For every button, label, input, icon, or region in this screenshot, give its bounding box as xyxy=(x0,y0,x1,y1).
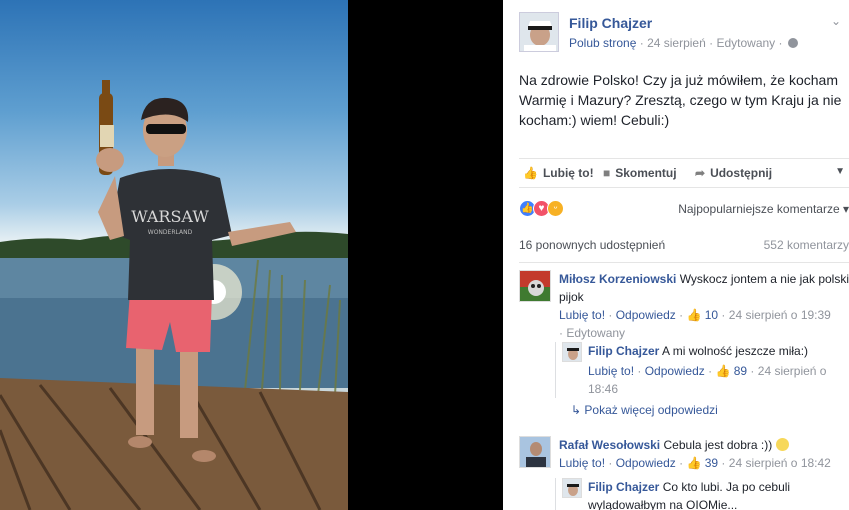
speech-bubble-icon: ■ xyxy=(603,166,611,180)
reply-arrow-icon: ↳ xyxy=(571,403,585,417)
comment-reply-link[interactable]: Odpowiedz xyxy=(645,364,705,378)
avatar[interactable] xyxy=(562,478,582,498)
photo-viewer: WARSAW WONDERLAND xyxy=(0,0,503,510)
post-date[interactable]: 24 sierpień xyxy=(647,36,706,50)
thumbs-up-icon: 👍 xyxy=(523,166,538,180)
comment: Rafał Wesołowski Cebula jest dobra :)) L… xyxy=(519,436,849,476)
action-bar: 👍 Lubię to! ■ Skomentuj ➦ Udostępnij ▼ xyxy=(519,158,849,188)
comment-button-label: Skomentuj xyxy=(615,166,677,180)
post-photo[interactable]: WARSAW WONDERLAND xyxy=(0,0,348,510)
photo-scene: WARSAW WONDERLAND xyxy=(0,80,348,510)
avatar[interactable] xyxy=(519,270,551,302)
page-avatar[interactable] xyxy=(519,12,559,52)
comment-sort-dropdown[interactable]: Najpopularniejsze komentarze ▾ xyxy=(678,202,849,216)
globe-icon xyxy=(787,38,798,48)
show-more-replies-label: Pokaż więcej odpowiedzi xyxy=(584,403,718,417)
shirt-logo-text: WARSAW xyxy=(131,207,209,226)
thumbs-up-icon: 👍 xyxy=(715,364,731,378)
comment-author[interactable]: Miłosz Korzeniowski xyxy=(559,272,676,286)
reactions-row: 👍 ♥ ᵕ Najpopularniejsze komentarze ▾ xyxy=(519,198,849,220)
chevron-down-icon[interactable]: ⌄ xyxy=(831,14,843,28)
show-more-replies-link[interactable]: ↳ Pokaż więcej odpowiedzi xyxy=(571,403,718,417)
share-button-label: Udostępnij xyxy=(710,166,773,180)
comment-reply-link[interactable]: Odpowiedz xyxy=(616,456,676,470)
comment-reply: Filip Chajzer A mi wolność jeszcze miła:… xyxy=(555,342,833,398)
avatar[interactable] xyxy=(562,342,582,362)
thumbs-up-icon: 👍 xyxy=(686,456,702,470)
comment-sort-label: Najpopularniejsze komentarze xyxy=(678,202,840,216)
comment-like-link[interactable]: Lubię to! xyxy=(559,456,605,470)
comment-reply: Filip Chajzer Co kto lubi. Ja po cebuli … xyxy=(555,478,833,510)
like-page-link[interactable]: Polub stronę xyxy=(569,36,636,50)
comment-author[interactable]: Filip Chajzer xyxy=(588,480,659,494)
caret-down-icon[interactable]: ▼ xyxy=(835,166,845,177)
comment-text: A mi wolność jeszcze miła:) xyxy=(662,344,809,358)
like-button[interactable]: 👍 Lubię to! xyxy=(523,166,594,180)
emoji-icon xyxy=(775,438,789,451)
comment-meta: Lubię to! · Odpowiedz · 👍 39 · 24 sierpi… xyxy=(559,456,831,470)
comment-text: Cebula jest dobra :)) xyxy=(663,438,773,452)
like-button-label: Lubię to! xyxy=(542,166,594,180)
share-arrow-icon: ➦ xyxy=(695,166,706,180)
comment-like-count[interactable]: 39 xyxy=(705,456,718,470)
comment-author[interactable]: Filip Chajzer xyxy=(588,344,659,358)
post-header: Filip Chajzer Polub stronę · 24 sierpień… xyxy=(519,12,849,54)
reply-body: Filip Chajzer A mi wolność jeszcze miła:… xyxy=(588,342,838,398)
comment-date[interactable]: 24 sierpień o 19:39 xyxy=(729,308,831,322)
comment-meta: Lubię to! · Odpowiedz · 👍 89 · 24 sierpi… xyxy=(588,364,827,396)
comment-author[interactable]: Rafał Wesołowski xyxy=(559,438,660,452)
comment-body: Rafał Wesołowski Cebula jest dobra :)) L… xyxy=(559,436,849,472)
shirt-logo-subtext: WONDERLAND xyxy=(148,229,193,236)
avatar[interactable] xyxy=(519,436,551,468)
shares-count[interactable]: 16 ponownych udostępnień xyxy=(519,238,665,252)
edited-label[interactable]: Edytowany xyxy=(716,36,775,50)
comment: Miłosz Korzeniowski Wyskocz jontem a nie… xyxy=(519,270,849,340)
comment-body: Miłosz Korzeniowski Wyskocz jontem a nie… xyxy=(559,270,849,342)
post-stats: 16 ponownych udostępnień 552 komentarzy xyxy=(519,238,849,256)
comment-like-count[interactable]: 89 xyxy=(734,364,747,378)
comment-like-link[interactable]: Lubię to! xyxy=(588,364,634,378)
comment-date[interactable]: 24 sierpień o 18:42 xyxy=(729,456,831,470)
comment-like-count[interactable]: 10 xyxy=(705,308,718,322)
haha-reaction-icon[interactable]: ᵕ xyxy=(547,200,564,217)
post-panel: Filip Chajzer Polub stronę · 24 sierpień… xyxy=(503,0,849,510)
post-meta: Polub stronę · 24 sierpień · Edytowany · xyxy=(569,36,798,50)
caret-down-icon: ▾ xyxy=(842,202,849,216)
comment-button[interactable]: ■ Skomentuj xyxy=(603,166,677,180)
divider xyxy=(519,262,849,263)
comment-reply-link[interactable]: Odpowiedz xyxy=(616,308,676,322)
post-text: Na zdrowie Polsko! Czy ja już mówiłem, ż… xyxy=(519,72,842,128)
comment-edited[interactable]: Edytowany xyxy=(566,326,625,340)
thumbs-up-icon: 👍 xyxy=(686,308,702,322)
comment-meta: Lubię to! · Odpowiedz · 👍 10 · 24 sierpi… xyxy=(559,308,831,340)
page-name[interactable]: Filip Chajzer xyxy=(569,15,652,31)
comments-count[interactable]: 552 komentarzy xyxy=(764,238,849,252)
comment-like-link[interactable]: Lubię to! xyxy=(559,308,605,322)
share-button[interactable]: ➦ Udostępnij xyxy=(695,166,772,180)
reply-body: Filip Chajzer Co kto lubi. Ja po cebuli … xyxy=(588,478,838,510)
